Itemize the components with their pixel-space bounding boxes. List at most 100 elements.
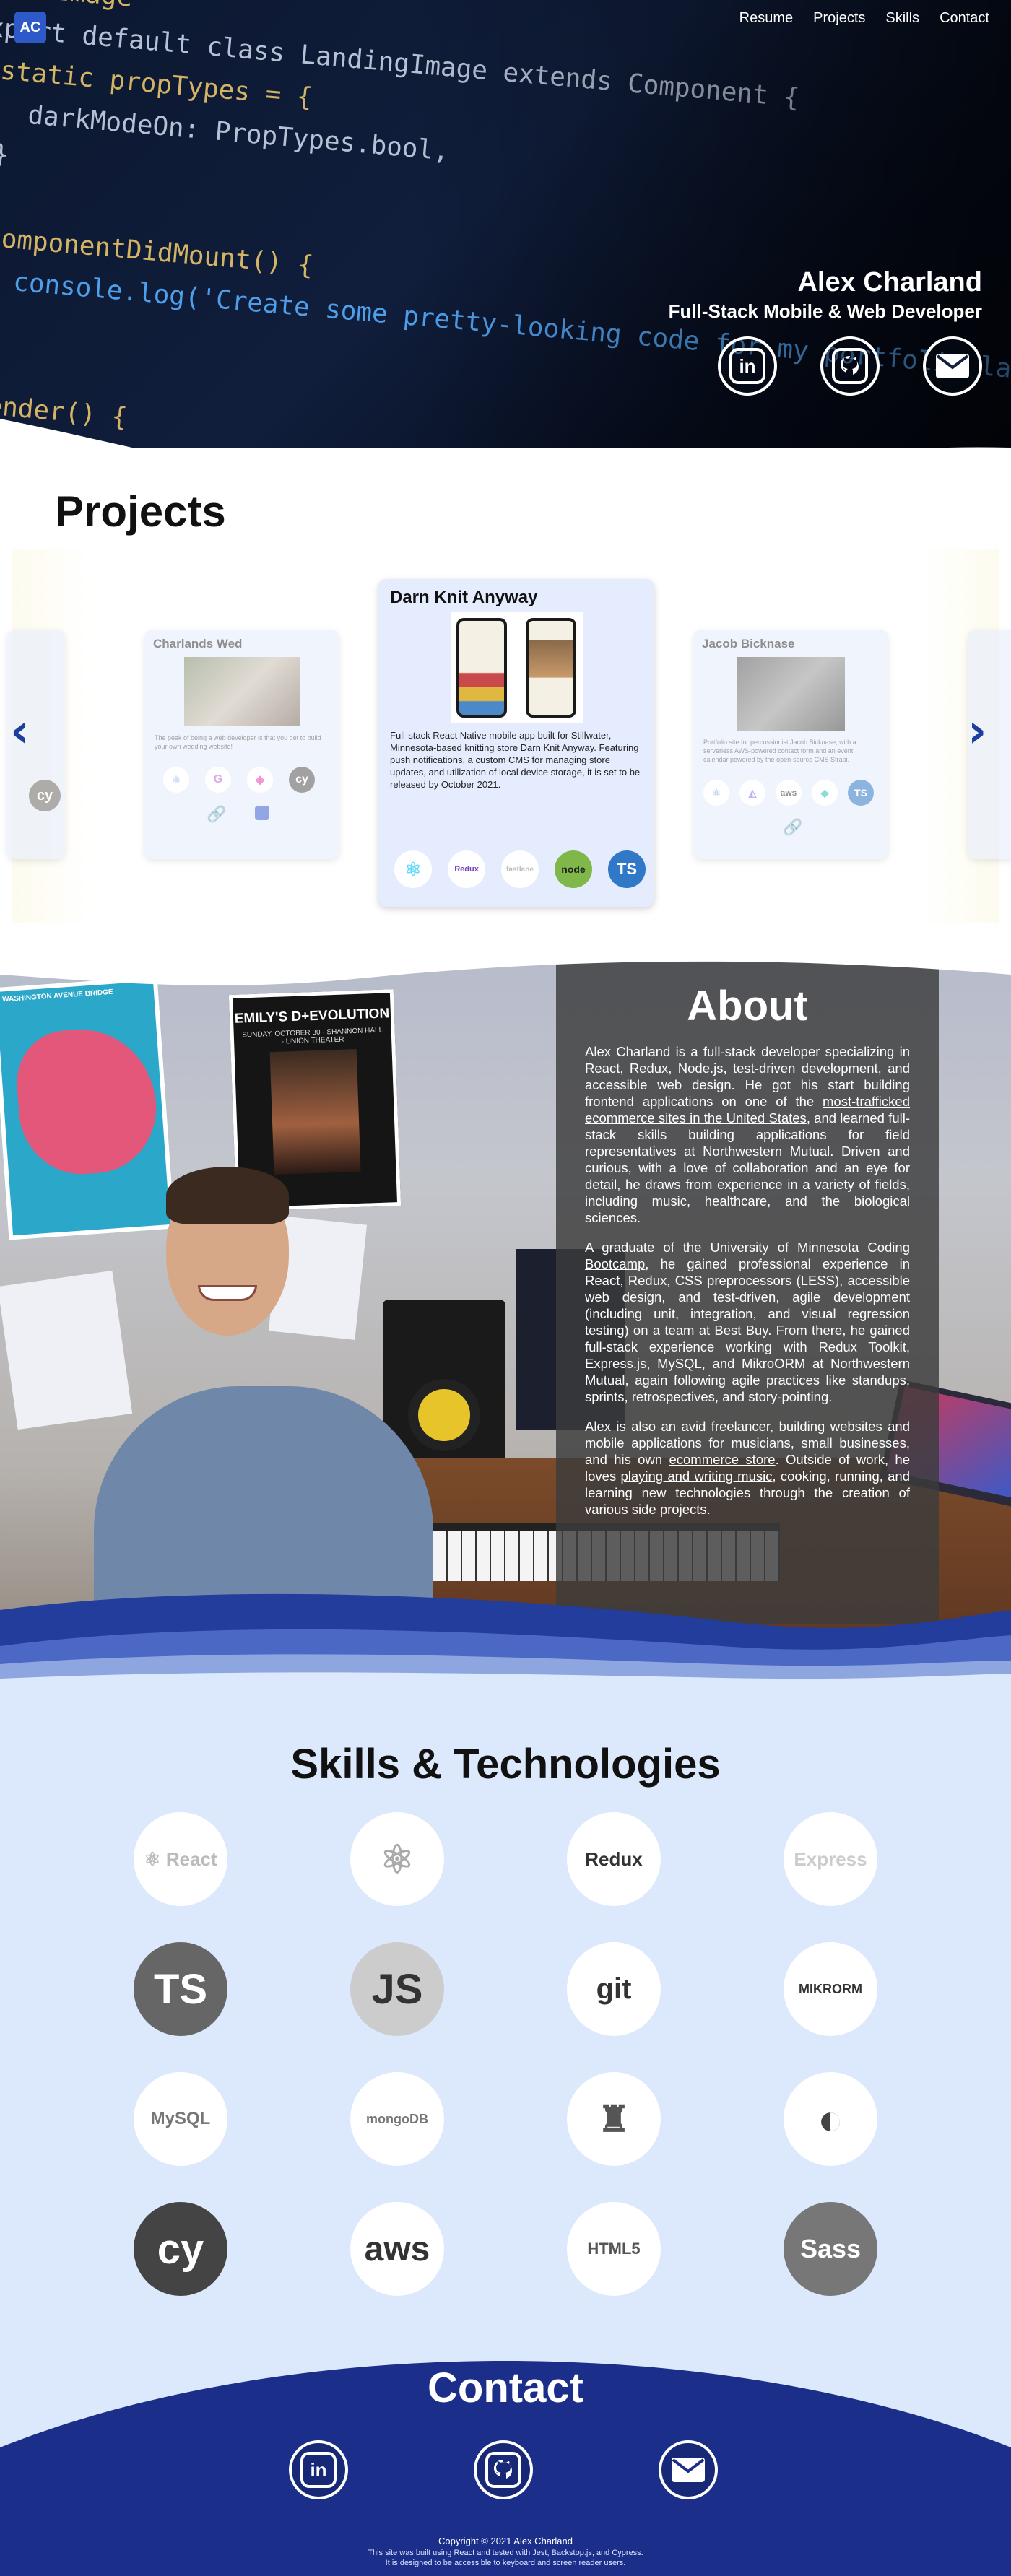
carousel-prev-button[interactable]: ‹ [10, 705, 29, 758]
project-card[interactable]: Charlands Wed The peak of being a web de… [144, 630, 339, 859]
gatsby-icon: G [205, 767, 231, 793]
project-card-techs: ⚛ ◭ aws ◆ TS [703, 780, 888, 806]
contact-github-button[interactable] [474, 2440, 533, 2499]
project-card-description: Full-stack React Native mobile app built… [390, 730, 641, 790]
redux-icon: Redux [567, 1812, 661, 1906]
nav-projects[interactable]: Projects [813, 10, 865, 27]
redux-icon: Redux [448, 850, 485, 888]
skill-label: TS [153, 1965, 208, 2013]
side-projects-link[interactable]: side projects [632, 1502, 707, 1517]
contact-title: Contact [428, 2364, 583, 2411]
project-card-description: Portfolio site for percussionist Jacob B… [703, 739, 856, 763]
typescript-icon: TS [848, 780, 874, 806]
aws-icon: aws [776, 780, 802, 806]
project-card[interactable]: Jacob Bicknase Portfolio site for percus… [693, 630, 888, 859]
skill-label: MySQL [150, 2109, 211, 2128]
about-panel: About Alex Charland is a full-stack deve… [556, 960, 939, 1624]
project-card-links: 🔗 [783, 819, 888, 837]
react-native-icon: ⚛ [350, 1812, 444, 1906]
typescript-icon: TS [608, 850, 646, 888]
skill-label: aws [364, 2229, 430, 2268]
project-card-title: Jacob Bicknase [702, 637, 795, 650]
project-card-title: Darn Knit Anyway [390, 588, 538, 607]
northwestern-mutual-link[interactable]: Northwestern Mutual [703, 1144, 830, 1159]
about-bottom-waves [0, 1593, 1011, 1682]
skill-label: JS [371, 1965, 423, 2013]
contact-social-links: in [289, 2440, 718, 2499]
jest-icon: ♜ [567, 2072, 661, 2166]
contact-section: Contact in Copyright © 2021 Alex Charlan… [0, 2346, 1011, 2576]
github-icon[interactable] [255, 806, 270, 820]
projects-section: Projects cy Charlands Wed The peak of be… [0, 448, 1011, 996]
carousel-next-button[interactable]: › [968, 705, 986, 758]
sass-icon: Sass [784, 2202, 877, 2296]
project-card-image [184, 657, 300, 726]
about-paragraph-2: A graduate of the University of Minnesot… [585, 1239, 910, 1405]
skill-label: MIKRORM [799, 1981, 862, 1996]
skill-label: git [596, 1972, 632, 2005]
link-icon[interactable]: 🔗 [207, 806, 226, 824]
github-icon [832, 348, 868, 384]
fastlane-icon: fastlane [501, 850, 539, 888]
about-section: WASHINGTON AVENUE BRIDGE EMILY'S D+EVOLU… [0, 960, 1011, 1682]
hero-subtitle: Full-Stack Mobile & Web Developer [668, 300, 982, 322]
project-card-description: The peak of being a web developer is tha… [155, 734, 321, 750]
hero-github-button[interactable] [820, 336, 880, 396]
graphql-icon: ◈ [247, 767, 273, 793]
email-icon [936, 354, 969, 378]
hero-email-button[interactable] [923, 336, 982, 396]
mysql-icon: MySQL [134, 2072, 227, 2166]
typescript-icon: TS [134, 1942, 227, 2036]
linkedin-icon: in [729, 348, 765, 384]
copyright: Copyright © 2021 Alex Charland [438, 2536, 573, 2546]
project-card-image [451, 612, 583, 723]
hero-section: ...Image'export default class LandingIma… [0, 0, 1011, 505]
github-icon [485, 2452, 521, 2488]
javascript-icon: JS [350, 1942, 444, 2036]
music-link[interactable]: playing and writing music [620, 1468, 772, 1484]
hero-name: Alex Charland [797, 267, 982, 297]
about-text: , he gained professional experience in R… [585, 1256, 910, 1404]
aws-icon: aws [350, 2202, 444, 2296]
about-text: . [706, 1502, 711, 1517]
strapi-icon: ◭ [739, 780, 765, 806]
skill-label: ⚛ React [144, 1848, 217, 1870]
project-card-title: Charlands Wed [153, 637, 243, 650]
skill-label: ◐ [817, 2094, 844, 2144]
skills-title: Skills & Technologies [290, 1741, 721, 1788]
contact-linkedin-button[interactable]: in [289, 2440, 348, 2499]
cypress-icon: cy [29, 780, 61, 811]
cypress-icon: cy [134, 2202, 227, 2296]
logo[interactable]: AC [14, 12, 46, 43]
skills-section: Skills & Technologies ⚛ React ⚛ Redux Expre… [0, 1682, 1011, 2346]
poster-2-subtitle: SUNDAY, OCTOBER 30 · SHANNON HALL - UNIO… [242, 1026, 383, 1046]
skill-label: Redux [585, 1848, 643, 1870]
footer-note-1: This site was built using React and test… [368, 2549, 643, 2557]
wall-paper [0, 1270, 133, 1430]
react-native-icon: ⚛ [394, 850, 432, 888]
nav-skills[interactable]: Skills [885, 10, 919, 27]
skill-label: Express [794, 1848, 867, 1870]
linkedin-icon: in [300, 2452, 337, 2488]
project-card-links: 🔗 [207, 806, 339, 824]
footer-note-2: It is designed to be accessible to keybo… [385, 2559, 626, 2567]
skill-label: cy [157, 2225, 204, 2273]
project-card-techs: ⚛ G ◈ cy [163, 767, 339, 793]
ecommerce-store-link[interactable]: ecommerce store [669, 1452, 775, 1467]
contact-email-button[interactable] [659, 2440, 718, 2499]
about-top-wave [0, 960, 1011, 985]
react-icon: ⚛ [163, 767, 189, 793]
project-card-featured[interactable]: Darn Knit Anyway Full-stack React Native… [378, 579, 654, 907]
top-nav: Resume Projects Skills Contact [739, 10, 989, 27]
hero-social-links: in [718, 336, 982, 396]
mongodb-icon: mongoDB [350, 2072, 444, 2166]
mikroorm-icon: MIKRORM [784, 1942, 877, 2036]
person-face [166, 1167, 289, 1336]
hero-linkedin-button[interactable]: in [718, 336, 777, 396]
git-icon: git [567, 1942, 661, 2036]
link-icon[interactable]: 🔗 [783, 819, 802, 837]
skill-label: ⚛ [379, 1837, 415, 1881]
nav-resume[interactable]: Resume [739, 10, 793, 27]
nav-contact[interactable]: Contact [940, 10, 989, 27]
project-card-techs: ⚛ Redux fastlane node TS [394, 850, 646, 888]
